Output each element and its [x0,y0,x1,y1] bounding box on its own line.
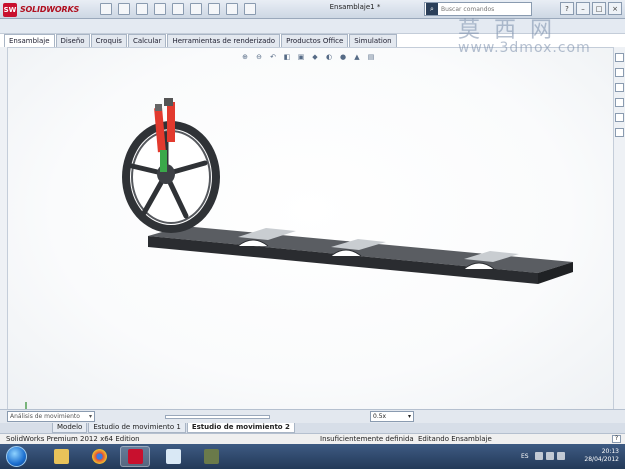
playback-speed-value: 0.5x [373,413,387,420]
save-icon[interactable] [136,3,148,15]
app-name: SOLIDWORKS [20,5,80,14]
new-document-icon[interactable] [100,3,112,15]
taskbar-app[interactable] [196,446,226,467]
windows-taskbar: ES 20:13 28/04/2012 [0,444,625,469]
tab-herramientas-renderizado[interactable]: Herramientas de renderizado [167,34,281,47]
app-logo[interactable]: SW SOLIDWORKS [3,2,81,17]
status-mode: Editando Ensamblaje [418,435,492,443]
custom-properties-icon[interactable] [615,128,624,137]
file-properties-icon[interactable] [226,3,238,15]
maximize-button[interactable]: □ [592,2,606,15]
tab-diseno[interactable]: Diseño [55,34,90,47]
file-explorer-icon[interactable] [615,83,624,92]
flag-icon[interactable] [557,452,565,460]
select-icon[interactable] [190,3,202,15]
track-plate[interactable] [148,226,573,284]
search-icon: ⌕ [426,3,438,15]
status-help-button[interactable]: ? [612,435,621,443]
taskbar-chrome[interactable] [84,446,114,467]
study-tabs: Modelo Estudio de movimiento 1 Estudio d… [0,423,625,433]
tab-calcular[interactable]: Calcular [127,34,167,47]
quick-access-toolbar [100,3,256,15]
status-definition: Insuficientemente definida [320,435,414,443]
study-type-value: Análisis de movimiento [10,413,80,420]
solidworks-icon [127,449,143,464]
clock-time: 20:13 [601,448,619,455]
playback-speed-select[interactable]: 0.5x ▾ [370,411,414,422]
tab-estudio-1[interactable]: Estudio de movimiento 1 [88,423,186,433]
resources-icon[interactable] [615,53,624,62]
close-button[interactable]: × [608,2,622,15]
motion-manager-toolbar: Análisis de movimiento ▾ 0.5x ▾ [0,409,625,423]
minimize-button[interactable]: – [576,2,590,15]
system-tray: ES 20:13 28/04/2012 [521,447,621,467]
status-bar: SolidWorks Premium 2012 x64 Edition Insu… [0,433,625,444]
tab-ensamblaje[interactable]: Ensamblaje [4,34,55,47]
clock[interactable]: 20:13 28/04/2012 [584,448,619,464]
tab-modelo[interactable]: Modelo [52,423,88,433]
taskbar-solidworks[interactable] [120,446,150,467]
taskbar-explorer[interactable] [46,446,76,467]
app-icon [203,449,219,464]
tab-productos-office[interactable]: Productos Office [281,34,349,47]
appearances-icon[interactable] [615,113,624,122]
chevron-down-icon: ▾ [88,413,92,420]
options-icon[interactable] [244,3,256,15]
language-indicator[interactable]: ES [521,453,529,460]
folder-icon [53,449,69,464]
chrome-icon [91,449,107,464]
print-icon[interactable] [154,3,166,15]
graphics-area[interactable]: ⊕ ⊖ ↶ ◧ ▣ ◆ ◐ ● ▲ ▤ [8,47,613,419]
chevron-down-icon: ▾ [407,413,411,420]
design-library-icon[interactable] [615,68,624,77]
window-controls: ? – □ × [560,2,622,15]
view-palette-icon[interactable] [615,98,624,107]
taskbar-notepad[interactable] [158,446,188,467]
solidworks-logo-icon: SW [3,2,17,17]
tab-simulation[interactable]: Simulation [349,34,397,47]
network-icon[interactable] [535,452,543,460]
start-button[interactable] [6,446,27,467]
tray-icons [535,452,565,460]
tab-croquis[interactable]: Croquis [90,34,127,47]
notepad-icon [165,449,181,464]
assembly-model[interactable] [8,48,613,410]
study-type-select[interactable]: Análisis de movimiento ▾ [7,411,95,422]
undo-icon[interactable] [172,3,184,15]
tab-estudio-2[interactable]: Estudio de movimiento 2 [186,423,295,433]
playback-slider[interactable] [165,414,270,419]
feature-manager-collapsed[interactable] [0,47,8,409]
open-document-icon[interactable] [118,3,130,15]
watermark-url: www.3dmox.com [458,40,591,56]
document-title: Ensamblaje1 * [329,3,381,11]
volume-icon[interactable] [546,452,554,460]
task-pane [613,47,625,409]
status-app-edition: SolidWorks Premium 2012 x64 Edition [6,435,140,443]
clock-date: 28/04/2012 [584,456,619,463]
rebuild-icon[interactable] [208,3,220,15]
